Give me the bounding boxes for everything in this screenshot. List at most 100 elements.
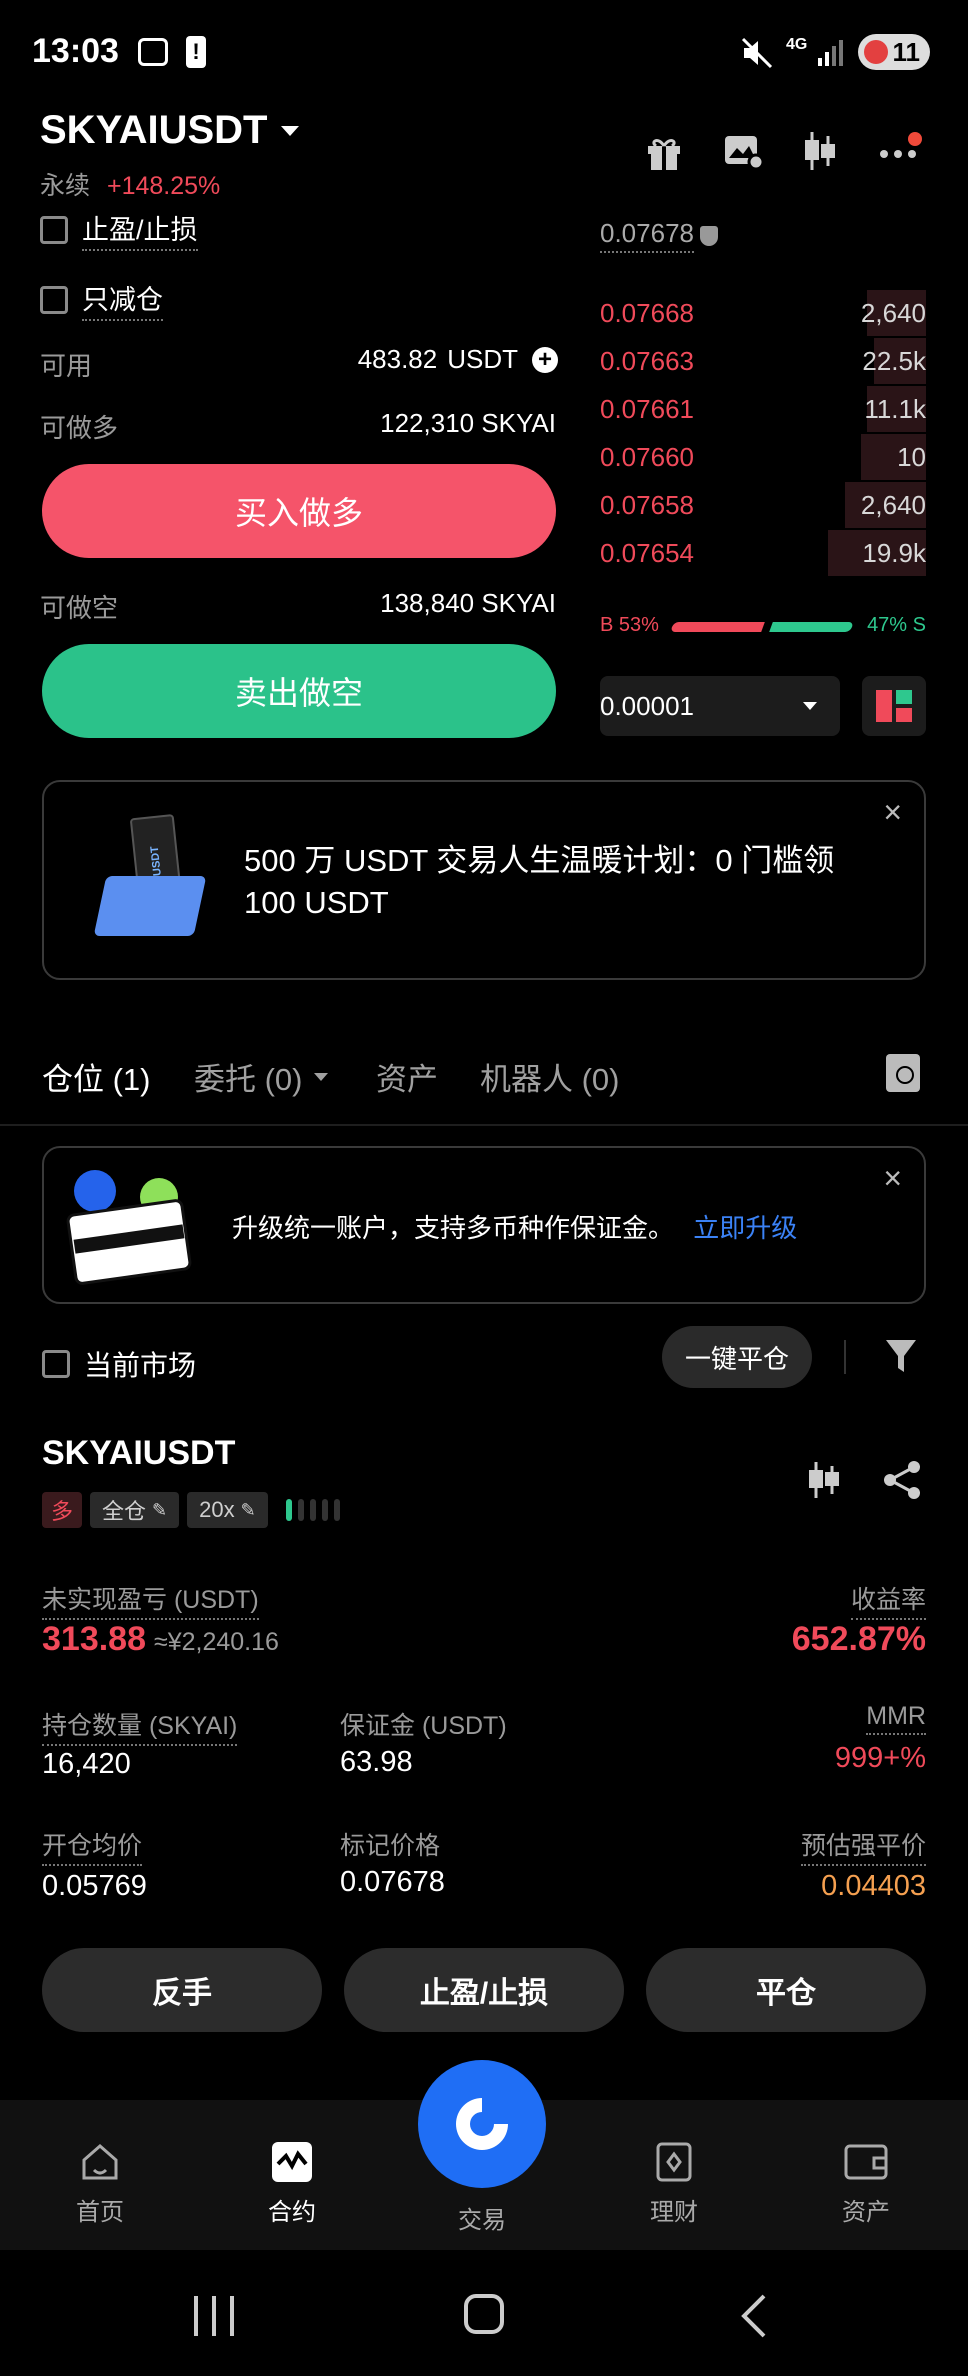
trade-icon [456, 2098, 508, 2150]
ratio-bar [670, 622, 854, 632]
chart-image-icon[interactable] [722, 132, 764, 172]
contract-type: 永续 [40, 172, 91, 200]
precision-select[interactable]: 0.00001 [600, 676, 840, 736]
nav-home[interactable]: 首页 [40, 2140, 160, 2227]
upnl-label: 未实现盈亏 (USDT) [42, 1580, 259, 1620]
tp-sl-checkbox[interactable]: 止盈/止损 [40, 208, 198, 251]
ask-row[interactable]: 0.07661 11.1k [600, 386, 926, 432]
nav-earn[interactable]: 理财 [614, 2140, 734, 2227]
current-market-check[interactable] [42, 1350, 70, 1378]
earn-icon [656, 2142, 692, 2182]
mark-value: 0.07678 [340, 1866, 445, 1898]
last-price-value: 0.07678 [600, 218, 694, 253]
caret-down-icon [313, 1072, 328, 1081]
tab-bots[interactable]: 机器人 (0) [480, 1054, 620, 1099]
close-position-button[interactable]: 平仓 [646, 1948, 926, 2032]
back-icon[interactable] [738, 2294, 768, 2338]
share-icon[interactable] [882, 1460, 922, 1500]
recent-apps-icon[interactable] [194, 2296, 234, 2336]
tp-sl-check[interactable] [40, 215, 68, 244]
price-change: +148.25% [106, 172, 221, 200]
edit-icon: ✎ [152, 1499, 168, 1520]
size-value: 16,420 [42, 1748, 131, 1780]
tp-sl-button[interactable]: 止盈/止损 [344, 1948, 624, 2032]
precision-value: 0.00001 [600, 690, 694, 721]
status-bar: 13:03 ! 4G 11 [0, 0, 968, 100]
size-label: 持仓数量 (SKYAI) [42, 1706, 238, 1746]
can-long-value: 122,310 SKYAI [380, 408, 556, 438]
more-menu-icon[interactable] [880, 132, 922, 170]
buy-long-button[interactable]: 买入做多 [42, 464, 556, 558]
pair-selector[interactable]: SKYAIUSDT [40, 108, 301, 153]
candlestick-icon[interactable] [800, 130, 840, 172]
reduce-only-check[interactable] [40, 285, 68, 314]
folder-icon [93, 876, 207, 936]
filter-divider [844, 1340, 846, 1374]
ask-price: 0.07668 [600, 298, 694, 328]
ask-row[interactable]: 0.07660 10 [600, 434, 926, 480]
upgrade-link[interactable]: 立即升级 [693, 1213, 797, 1243]
close-icon[interactable]: × [883, 1160, 902, 1197]
home-icon [82, 2144, 118, 2180]
tab-divider [0, 1124, 968, 1126]
caret-down-icon [281, 125, 300, 136]
margin-mode-tag[interactable]: 全仓 ✎ [90, 1492, 180, 1528]
shield-icon [699, 225, 718, 246]
ask-qty: 10 [897, 442, 926, 472]
tab-assets[interactable]: 资产 [376, 1054, 438, 1099]
margin-value: 63.98 [340, 1746, 413, 1778]
candlestick-icon[interactable] [804, 1460, 844, 1500]
close-icon[interactable]: × [883, 794, 902, 831]
last-price: 0.07678 [600, 218, 718, 253]
available-unit: USDT [447, 344, 518, 374]
liq-label: 预估强平价 [800, 1826, 926, 1866]
ask-row[interactable]: 0.07668 2,640 [600, 290, 926, 336]
ask-qty: 22.5k [862, 346, 926, 376]
liq-value: 0.04403 [821, 1870, 926, 1902]
transfer-plus-icon[interactable]: + [532, 346, 558, 373]
leverage-tag[interactable]: 20x ✎ [187, 1492, 268, 1528]
wallet-icon [844, 2144, 888, 2180]
filter-icon[interactable] [884, 1338, 918, 1376]
network-type: 4G [786, 36, 808, 53]
current-market-filter[interactable]: 当前市场 [42, 1344, 196, 1384]
battery-level: 11 [892, 36, 921, 67]
history-icon[interactable] [886, 1054, 920, 1092]
side-tag: 多 [42, 1492, 82, 1528]
entry-value: 0.05769 [42, 1870, 147, 1902]
upgrade-banner[interactable]: 升级统一账户，支持多币种作保证金。 立即升级 × [42, 1146, 926, 1304]
nav-futures[interactable]: 合约 [232, 2140, 352, 2227]
sell-ratio: 47% S [867, 614, 926, 636]
mark-label: 标记价格 [340, 1832, 441, 1860]
position-symbol[interactable]: SKYAIUSDT [42, 1434, 235, 1473]
home-button-icon[interactable] [464, 2294, 504, 2334]
can-short-value: 138,840 SKYAI [380, 588, 556, 618]
nav-trade-label[interactable]: 交易 [422, 2200, 542, 2235]
margin-label: 保证金 (USDT) [340, 1712, 507, 1740]
mute-icon [741, 37, 773, 69]
ask-price: 0.07660 [600, 442, 694, 472]
ask-price: 0.07661 [600, 394, 694, 424]
reverse-button[interactable]: 反手 [42, 1948, 322, 2032]
promo-card[interactable]: USDT 500 万 USDT 交易人生温暖计划：0 门槛领 100 USDT … [42, 780, 926, 980]
ask-row[interactable]: 0.07663 22.5k [600, 338, 926, 384]
sell-short-button[interactable]: 卖出做空 [42, 644, 556, 738]
promo-text: 500 万 USDT 交易人生温暖计划：0 门槛领 100 USDT [244, 843, 835, 920]
nav-trade-button[interactable] [418, 2060, 546, 2188]
entry-label: 开仓均价 [42, 1826, 143, 1866]
tab-positions[interactable]: 仓位 (1) [42, 1054, 151, 1099]
ask-price: 0.07654 [600, 538, 694, 568]
risk-level-indicator [285, 1499, 340, 1521]
gift-icon[interactable] [644, 132, 684, 172]
ask-row[interactable]: 0.07658 2,640 [600, 482, 926, 528]
nav-assets[interactable]: 资产 [806, 2140, 926, 2227]
layout-toggle-icon[interactable] [862, 676, 926, 736]
close-all-button[interactable]: 一键平仓 [662, 1326, 812, 1388]
available-balance: 483.82 USDT + [358, 344, 558, 375]
current-market-label: 当前市场 [84, 1350, 197, 1381]
tab-orders[interactable]: 委托 (0) [194, 1054, 329, 1099]
ask-row[interactable]: 0.07654 19.9k [600, 530, 926, 576]
reduce-only-checkbox[interactable]: 只减仓 [40, 278, 163, 321]
ask-price: 0.07663 [600, 346, 694, 376]
upnl-value: 313.88 [42, 1620, 146, 1658]
